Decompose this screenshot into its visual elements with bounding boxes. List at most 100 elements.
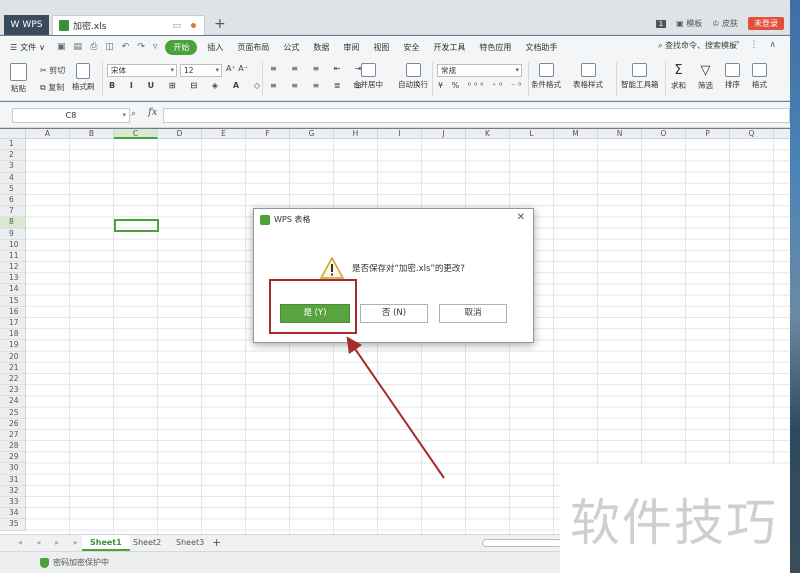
row-header[interactable]: 29 (0, 452, 25, 464)
sheet-tab-1[interactable]: Sheet1 (82, 535, 130, 551)
column-header[interactable]: A (26, 129, 70, 139)
row-header[interactable]: 24 (0, 396, 25, 408)
smart-toolbox-button[interactable]: 智能工具箱 (621, 63, 659, 90)
number-format-buttons[interactable]: ¥ % ⁰⁰⁰ ⁺⁰ ⁻⁰ (438, 81, 524, 90)
row-header[interactable]: 17 (0, 318, 25, 330)
column-header[interactable]: F (246, 129, 290, 139)
formula-input[interactable] (163, 108, 790, 123)
tab-view[interactable]: 视图 (373, 42, 389, 53)
row-header[interactable]: 21 (0, 363, 25, 374)
tab-formula[interactable]: 公式 (283, 42, 299, 53)
horizontal-scrollbar[interactable] (482, 539, 562, 547)
column-header[interactable]: L (510, 129, 554, 139)
column-header[interactable]: E (202, 129, 246, 139)
row-header[interactable]: 11 (0, 251, 25, 263)
row-header[interactable]: 13 (0, 273, 25, 285)
sheet-nav-arrows[interactable]: ◂ ◂ ▸ ▸ (18, 538, 84, 547)
row-header[interactable]: 23 (0, 385, 25, 397)
document-tab[interactable]: 加密.xls ▭ (52, 15, 205, 35)
column-header[interactable]: I (378, 129, 422, 139)
row-header[interactable]: 18 (0, 329, 25, 341)
tab-security[interactable]: 安全 (403, 42, 419, 53)
selected-cell[interactable] (114, 219, 159, 232)
row-header[interactable]: 28 (0, 441, 25, 453)
print-preview-icon[interactable]: ◫ (105, 42, 114, 52)
tab-insert[interactable]: 插入 (207, 42, 223, 53)
customize-icon[interactable]: ▿ (153, 42, 158, 52)
tab-doc-assistant[interactable]: 文档助手 (525, 42, 557, 53)
column-header[interactable]: Q (730, 129, 774, 139)
row-header[interactable]: 31 (0, 475, 25, 486)
new-tab-button[interactable]: + (214, 16, 226, 32)
wrap-text-button[interactable]: 自动换行 (398, 63, 428, 90)
column-header[interactable]: D (158, 129, 202, 139)
open-icon[interactable]: ▤ (74, 42, 83, 52)
row-header[interactable]: 8 (0, 217, 25, 229)
sum-button[interactable]: Σ 求和 (671, 63, 686, 91)
format-button[interactable]: 格式 (752, 63, 767, 90)
number-format-select[interactable]: 常规 (437, 64, 522, 77)
file-menu[interactable]: ☰ 文件 ∨ (10, 42, 45, 53)
row-header[interactable]: 6 (0, 195, 25, 207)
cut-button[interactable]: ✂ 剪切 (40, 65, 65, 76)
skin-button[interactable]: ♔ 皮肤 (712, 18, 738, 29)
no-button[interactable]: 否 (N) (360, 304, 428, 323)
cancel-button[interactable]: 取消 (439, 304, 507, 323)
column-header[interactable]: C (114, 129, 158, 139)
row-header[interactable]: 4 (0, 173, 25, 184)
row-header[interactable]: 33 (0, 497, 25, 509)
row-header[interactable]: 9 (0, 229, 25, 240)
redo-icon[interactable]: ↷ (137, 42, 145, 52)
font-style-buttons[interactable]: B I U ⊞ ⊟ ◈ A ◇ (109, 81, 266, 90)
template-button[interactable]: ▣ 模板 (676, 18, 702, 29)
menu-right-icons[interactable]: ⤢ ⋮ ∧ (731, 40, 780, 50)
font-grow-shrink-icons[interactable]: A⁺ A⁻ (226, 64, 248, 73)
close-icon[interactable]: ✕ (517, 212, 525, 223)
row-header[interactable]: 20 (0, 352, 25, 363)
copy-button[interactable]: ⧉ 复制 (40, 82, 64, 93)
font-size-select[interactable]: 12 (180, 64, 222, 77)
row-header[interactable]: 26 (0, 419, 25, 430)
row-header[interactable]: 22 (0, 374, 25, 386)
conditional-format-button[interactable]: 条件格式 (531, 63, 561, 90)
row-header[interactable]: 32 (0, 486, 25, 497)
row-header[interactable]: 12 (0, 262, 25, 274)
row-header[interactable]: 15 (0, 296, 25, 307)
fx-icon[interactable]: fx (148, 107, 157, 118)
column-header[interactable]: J (422, 129, 466, 139)
screen-icon[interactable]: ▭ (172, 21, 181, 31)
tab-data[interactable]: 数据 (313, 42, 329, 53)
column-header[interactable]: B (70, 129, 114, 139)
column-header[interactable]: O (642, 129, 686, 139)
tab-special[interactable]: 特色应用 (479, 42, 511, 53)
command-search[interactable]: ⌕ 查找命令、搜索模板 (658, 40, 737, 51)
column-header[interactable]: H (334, 129, 378, 139)
row-header[interactable]: 14 (0, 284, 25, 296)
row-header[interactable]: 27 (0, 430, 25, 442)
tab-start[interactable]: 开始 (165, 39, 198, 55)
tab-review[interactable]: 审阅 (343, 42, 359, 53)
wps-home-tab[interactable]: W WPS (4, 15, 49, 35)
font-name-select[interactable]: 宋体 (107, 64, 177, 77)
column-header[interactable]: G (290, 129, 334, 139)
row-header[interactable]: 19 (0, 340, 25, 352)
name-box[interactable]: C8 (12, 108, 130, 123)
column-header[interactable]: P (686, 129, 730, 139)
column-header[interactable]: K (466, 129, 510, 139)
sheet-tab-2[interactable]: Sheet2 (125, 535, 169, 551)
table-style-button[interactable]: 表格样式 (573, 63, 603, 90)
row-header[interactable]: 10 (0, 240, 25, 251)
filter-button[interactable]: ▽ 筛选 (698, 63, 713, 91)
row-header[interactable]: 1 (0, 139, 25, 151)
row-header[interactable]: 34 (0, 508, 25, 520)
row-header[interactable]: 35 (0, 519, 25, 531)
column-header[interactable]: N (598, 129, 642, 139)
row-header[interactable]: 16 (0, 307, 25, 318)
column-header[interactable]: M (554, 129, 598, 139)
row-header[interactable]: 30 (0, 463, 25, 475)
tab-developer[interactable]: 开发工具 (433, 42, 465, 53)
tab-page-layout[interactable]: 页面布局 (237, 42, 269, 53)
merge-center-button[interactable]: 合并居中 (353, 63, 383, 90)
paste-button[interactable]: 粘贴 (10, 63, 27, 94)
select-all-corner[interactable] (0, 129, 26, 139)
